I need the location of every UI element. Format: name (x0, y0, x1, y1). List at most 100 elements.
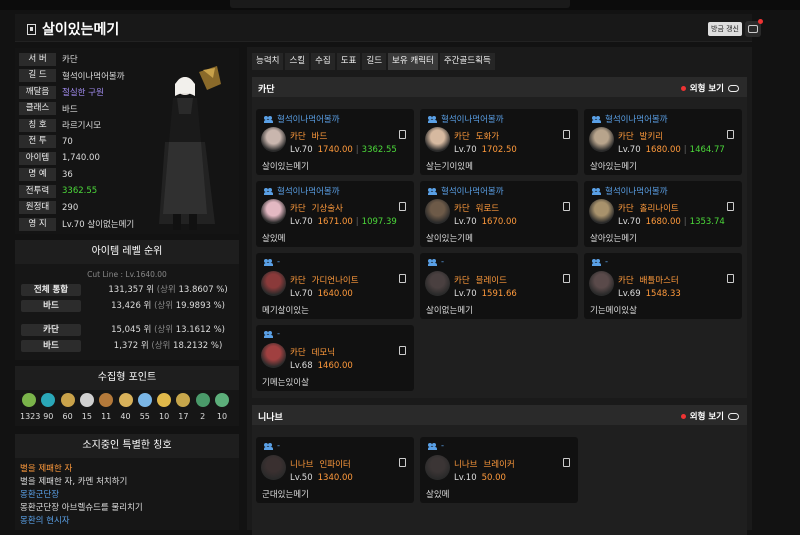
guild-label: - (605, 257, 609, 267)
character-level: Lv.70 1591.66 (454, 289, 517, 299)
collect-item[interactable]: 10 (213, 393, 231, 421)
tab-1[interactable]: 스킬 (285, 53, 310, 70)
class-name: 홀리나이트 (639, 204, 679, 214)
profile-row: 영 지 Lv.70 살이없는메기 (19, 217, 134, 231)
appearance-toggle[interactable]: 외형 보기 (680, 82, 739, 94)
tab-2[interactable]: 수집 (311, 53, 335, 70)
character-card[interactable]: 혈석이나먹어볼까 카단 기상술사 Lv.70 1671.00 | 1097.39 살있메 (256, 181, 414, 247)
copy-icon[interactable] (399, 274, 406, 283)
separator: | (355, 217, 359, 227)
camera-icon (748, 25, 758, 33)
collect-item[interactable]: 2 (194, 393, 212, 421)
collect-count: 2 (200, 412, 206, 421)
character-level: Lv.69 1548.33 (618, 289, 681, 299)
character-card[interactable]: - 카단 배틀마스터 Lv.69 1548.33 기는메이있살 (584, 253, 742, 319)
title-desc: 몽환군단장 아브렐슈드를 물리치기 (20, 503, 143, 513)
eye-icon (728, 412, 739, 420)
tab-0[interactable]: 능력치 (252, 53, 284, 70)
tab-5[interactable]: 보유 캐릭터 (388, 53, 438, 70)
profile-value: 바드 (62, 104, 78, 115)
character-card[interactable]: 혈석이나먹어볼까 카단 도화가 Lv.70 1702.50 살는기이있메 (420, 109, 578, 175)
tab-3[interactable]: 도표 (336, 53, 361, 70)
character-card[interactable]: 혈석이나먹어볼까 카단 바드 Lv.70 1740.00 | 3362.55 살이있는메기 (256, 109, 414, 175)
profile-value: 카단 (62, 55, 78, 65)
tab-6[interactable]: 주간골드획득 (439, 53, 495, 70)
collect-item[interactable]: 60 (59, 393, 77, 421)
character-card[interactable]: - 니나브 인파이터 Lv.50 1340.00 군대있는메기 (256, 437, 414, 503)
character-card[interactable]: - 카단 가디언나이트 Lv.70 1640.00 메기살이있는 (256, 253, 414, 319)
giant-heart-icon (60, 393, 75, 407)
appearance-toggle[interactable]: 외형 보기 (680, 410, 739, 422)
character-level: Lv.10 50.00 (454, 473, 506, 483)
copy-icon[interactable] (399, 458, 406, 467)
character-nickname: 살있메 (426, 490, 450, 500)
item-level: 1680.00 (645, 217, 681, 227)
character-nickname: 기는메이있살 (590, 306, 637, 316)
character-card[interactable]: 혈석이나먹어볼까 카단 홀리나이트 Lv.70 1680.00 | 1353.74 살아있는메… (584, 181, 742, 247)
users-icon (592, 258, 601, 266)
bookmark-icon[interactable] (27, 23, 36, 35)
level: Lv.70 (290, 217, 313, 227)
status-dot (680, 413, 686, 419)
collect-points: 1323 90 60 15 11 40 55 10 17 2 10 (15, 390, 239, 426)
level: Lv.70 (454, 289, 477, 299)
collect-item[interactable]: 1323 (20, 393, 40, 421)
copy-icon[interactable] (563, 458, 570, 467)
guild-label: 혈석이나먹어볼까 (605, 187, 668, 197)
separator: | (683, 217, 687, 227)
copy-icon[interactable] (563, 202, 570, 211)
item-level: 1680.00 (645, 145, 681, 155)
refresh-button[interactable]: 방금 갱신 (708, 22, 742, 36)
main-panel: 능력치 스킬 수집 도표 길드 보유 캐릭터 주간골드획득 카단 외형 보기 혈석이나먹어볼까 카… (247, 47, 752, 535)
guild-name: - (592, 257, 608, 267)
collect-item[interactable]: 11 (97, 393, 115, 421)
profile-row: 서 버 카단 (19, 52, 78, 66)
copy-icon[interactable] (563, 274, 570, 283)
rank-row: 바드 1,372 위 (상위 18.2132 %) (21, 340, 233, 352)
guild-label: - (277, 257, 281, 267)
copy-icon[interactable] (563, 130, 570, 139)
art-icon (79, 393, 94, 407)
character-class: 카단 기상술사 (290, 202, 343, 214)
appearance-label: 외형 보기 (689, 412, 724, 422)
guild-label: - (277, 329, 281, 339)
profile-value: 36 (62, 169, 73, 180)
copy-icon[interactable] (727, 202, 734, 211)
copy-icon[interactable] (727, 130, 734, 139)
rank-row: 전체 통합 131,357 위 (상위 13.8607 %) (21, 284, 233, 296)
collect-item[interactable]: 55 (136, 393, 154, 421)
copy-icon[interactable] (399, 202, 406, 211)
profile-value: 1,740.00 (62, 153, 100, 163)
collect-item[interactable]: 10 (155, 393, 173, 421)
collect-item[interactable]: 90 (39, 393, 57, 421)
collect-item[interactable]: 17 (174, 393, 192, 421)
copy-icon[interactable] (727, 274, 734, 283)
avatar (261, 271, 286, 296)
character-card[interactable]: 혈석이나먹어볼까 카단 발키리 Lv.70 1680.00 | 1464.77 살아있는메기 (584, 109, 742, 175)
rank-upper-label: (상위 (151, 301, 176, 311)
collect-item[interactable]: 15 (78, 393, 96, 421)
character-card[interactable]: - 카단 블레이드 Lv.70 1591.66 살이없는메기 (420, 253, 578, 319)
copy-icon[interactable] (399, 130, 406, 139)
copy-icon[interactable] (399, 346, 406, 355)
collect-item[interactable]: 40 (117, 393, 135, 421)
tab-4[interactable]: 길드 (362, 53, 387, 70)
character-card[interactable]: - 카단 데모닉 Lv.68 1460.00 기메는있이살 (256, 325, 414, 391)
character-card[interactable]: 혈석이나먹어볼까 카단 워로드 Lv.70 1670.00 살이있는기메 (420, 181, 578, 247)
character-card[interactable]: - 니나브 브레이커 Lv.10 50.00 살있메 (420, 437, 578, 503)
rank-label: 카단 (21, 324, 81, 336)
island-heart-icon (41, 393, 56, 407)
avatar (589, 127, 614, 152)
users-icon (428, 442, 437, 450)
collect-count: 40 (120, 412, 131, 421)
guild-name: - (264, 257, 280, 267)
screenshot-button[interactable] (745, 19, 763, 37)
orpheus-icon (195, 393, 210, 407)
rank-number: 13,426 위 (103, 301, 152, 311)
character-nickname: 살이있는메기 (262, 162, 309, 172)
server-section: 카단 외형 보기혈석이나먹어볼까 카단 바드 Lv.70 1740.00 | 3362.55 살… (252, 77, 747, 398)
eye-icon (728, 84, 739, 92)
profile-value: 라르기시모 (62, 121, 102, 131)
profile-row: 칭 호 라르기시모 (19, 118, 101, 132)
card-server: 카단 (618, 204, 634, 214)
